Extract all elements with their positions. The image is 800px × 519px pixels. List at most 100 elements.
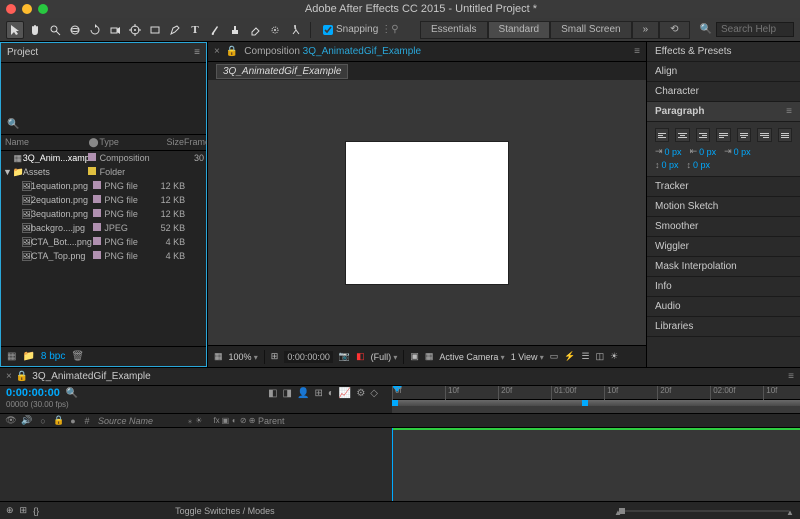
time-display[interactable]: 0:00:00:00 (284, 351, 333, 363)
new-folder-icon[interactable]: 📁 (22, 351, 34, 362)
av-audio-icon[interactable]: 🔊 (20, 415, 34, 426)
timeline-tab[interactable]: × 🔒 3Q_AnimatedGif_Example ≡ (0, 368, 800, 386)
panel-paragraph[interactable]: Paragraph≡ (647, 102, 800, 122)
current-time-display[interactable]: 0:00:00:00 (6, 387, 60, 399)
panel-mask-interpolation[interactable]: Mask Interpolation (647, 257, 800, 277)
auto-keyframe-icon[interactable]: ◇ (370, 388, 378, 399)
interpret-footage-icon[interactable]: ▦ (7, 351, 16, 362)
pan-behind-tool[interactable] (126, 21, 144, 39)
panel-character[interactable]: Character (647, 82, 800, 102)
timeline-button-icon[interactable]: ☰ (582, 351, 590, 362)
exposure-icon[interactable]: ☀ (610, 351, 618, 362)
indent-first[interactable]: ⇤0 px (690, 146, 717, 157)
col-type[interactable]: Type (99, 137, 154, 148)
type-tool[interactable]: T (186, 21, 204, 39)
justify-last-center-button[interactable] (737, 128, 751, 142)
views-dropdown[interactable]: 1 View (511, 352, 544, 362)
show-channel-icon[interactable]: ◧ (356, 351, 365, 362)
selection-tool[interactable] (6, 21, 24, 39)
panel-libraries[interactable]: Libraries (647, 317, 800, 337)
align-right-button[interactable] (696, 128, 710, 142)
search-icon[interactable]: 🔍 (7, 119, 19, 130)
project-item[interactable]: ▦3Q_Anim...xampleComposition30 (1, 151, 206, 165)
zoom-dropdown[interactable]: 100% (229, 352, 258, 362)
minimize-window-button[interactable] (22, 4, 32, 14)
panel-info[interactable]: Info (647, 277, 800, 297)
parent-col[interactable]: Parent (258, 416, 298, 426)
magnification-icon[interactable]: ▦ (214, 351, 223, 362)
roi-icon[interactable]: ▣ (410, 351, 419, 362)
fast-previews-icon[interactable]: ⚡ (564, 351, 575, 362)
composition-stage[interactable] (346, 142, 508, 284)
zoom-tool[interactable] (46, 21, 64, 39)
time-ruler[interactable]: 0f 10f 20f 01:00f 10f 20f 02:00f 10f (392, 386, 800, 400)
workspace-more[interactable]: » (632, 21, 660, 39)
workspace-small-screen[interactable]: Small Screen (550, 21, 631, 39)
timeline-zoom-slider[interactable]: ▲▲ (614, 506, 794, 516)
label-swatch[interactable] (88, 167, 96, 175)
toggle-switches-modes-button[interactable]: Toggle Switches / Modes (175, 506, 275, 516)
lock-icon[interactable]: 🔒 (226, 46, 238, 57)
panel-effects-presets[interactable]: Effects & Presets (647, 42, 800, 62)
zoom-window-button[interactable] (38, 4, 48, 14)
brainstorm-icon[interactable]: ⚙ (356, 388, 365, 399)
label-swatch[interactable] (93, 237, 101, 245)
layer-number-col[interactable]: # (80, 416, 94, 426)
col-name[interactable]: Name (3, 137, 88, 148)
snapping-checkbox[interactable] (323, 25, 333, 35)
roto-brush-tool[interactable] (266, 21, 284, 39)
lock-icon[interactable]: 🔒 (16, 371, 28, 382)
toggle-brackets-icon[interactable]: {} (33, 506, 39, 516)
panel-align[interactable]: Align (647, 62, 800, 82)
timeline-search-icon[interactable]: 🔍 (66, 388, 78, 399)
project-panel-tab[interactable]: Project ≡ (1, 43, 206, 63)
close-window-button[interactable] (6, 4, 16, 14)
panel-menu-icon[interactable]: ≡ (788, 371, 794, 382)
current-time-indicator[interactable] (392, 428, 393, 501)
align-center-button[interactable] (675, 128, 689, 142)
rectangle-tool[interactable] (146, 21, 164, 39)
comp-mini-flowchart-icon[interactable]: ◧ (268, 388, 277, 399)
justify-all-button[interactable] (778, 128, 792, 142)
indent-left[interactable]: ⇥0 px (655, 146, 682, 157)
frame-blend-icon[interactable]: ⊞ (314, 388, 322, 399)
project-item[interactable]: ▼📁AssetsFolder (1, 165, 206, 179)
timeline-tracks[interactable] (392, 428, 800, 501)
panel-smoother[interactable]: Smoother (647, 217, 800, 237)
source-name-col[interactable]: Source Name (96, 416, 184, 426)
space-before[interactable]: ↕0 px (655, 160, 679, 170)
camera-dropdown[interactable]: Active Camera (439, 352, 504, 362)
label-swatch[interactable] (93, 181, 101, 189)
orbit-tool[interactable] (66, 21, 84, 39)
puppet-tool[interactable] (286, 21, 304, 39)
project-item[interactable]: 🖼3equation.pngPNG file12 KB (1, 207, 206, 221)
delete-icon[interactable]: 🗑 (71, 351, 84, 362)
bpc-display[interactable]: 8 bpc (41, 351, 65, 362)
space-after[interactable]: ↕0 px (687, 160, 711, 170)
workspace-essentials[interactable]: Essentials (420, 21, 488, 39)
eraser-tool[interactable] (246, 21, 264, 39)
panel-audio[interactable]: Audio (647, 297, 800, 317)
justify-last-left-button[interactable] (716, 128, 730, 142)
av-video-icon[interactable]: 👁 (4, 415, 18, 426)
snapshot-icon[interactable]: 📷 (339, 351, 350, 362)
align-left-button[interactable] (655, 128, 669, 142)
snapping-toggle[interactable]: Snapping ⋮⚲ (323, 24, 399, 35)
work-area-bar[interactable] (392, 400, 800, 406)
draft-3d-icon[interactable]: ◨ (283, 388, 292, 399)
col-frame[interactable]: Frame (184, 137, 204, 148)
indent-right[interactable]: ⇥0 px (724, 146, 751, 157)
panel-menu-icon[interactable]: ≡ (194, 47, 200, 58)
comp-name-link[interactable]: 3Q_AnimatedGif_Example (303, 46, 421, 57)
camera-tool[interactable] (106, 21, 124, 39)
panel-wiggler[interactable]: Wiggler (647, 237, 800, 257)
graph-editor-icon[interactable]: 📈 (339, 388, 351, 399)
project-item[interactable]: 🖼CTA_Bot....pngPNG file4 KB (1, 235, 206, 249)
label-swatch[interactable] (93, 195, 101, 203)
search-help-input[interactable] (716, 22, 794, 37)
snapping-options-icon[interactable]: ⋮⚲ (381, 24, 398, 35)
pen-tool[interactable] (166, 21, 184, 39)
label-col-icon[interactable]: ● (68, 416, 78, 426)
motion-blur-icon[interactable]: ◐ (328, 388, 334, 399)
composition-viewer[interactable] (208, 80, 646, 345)
